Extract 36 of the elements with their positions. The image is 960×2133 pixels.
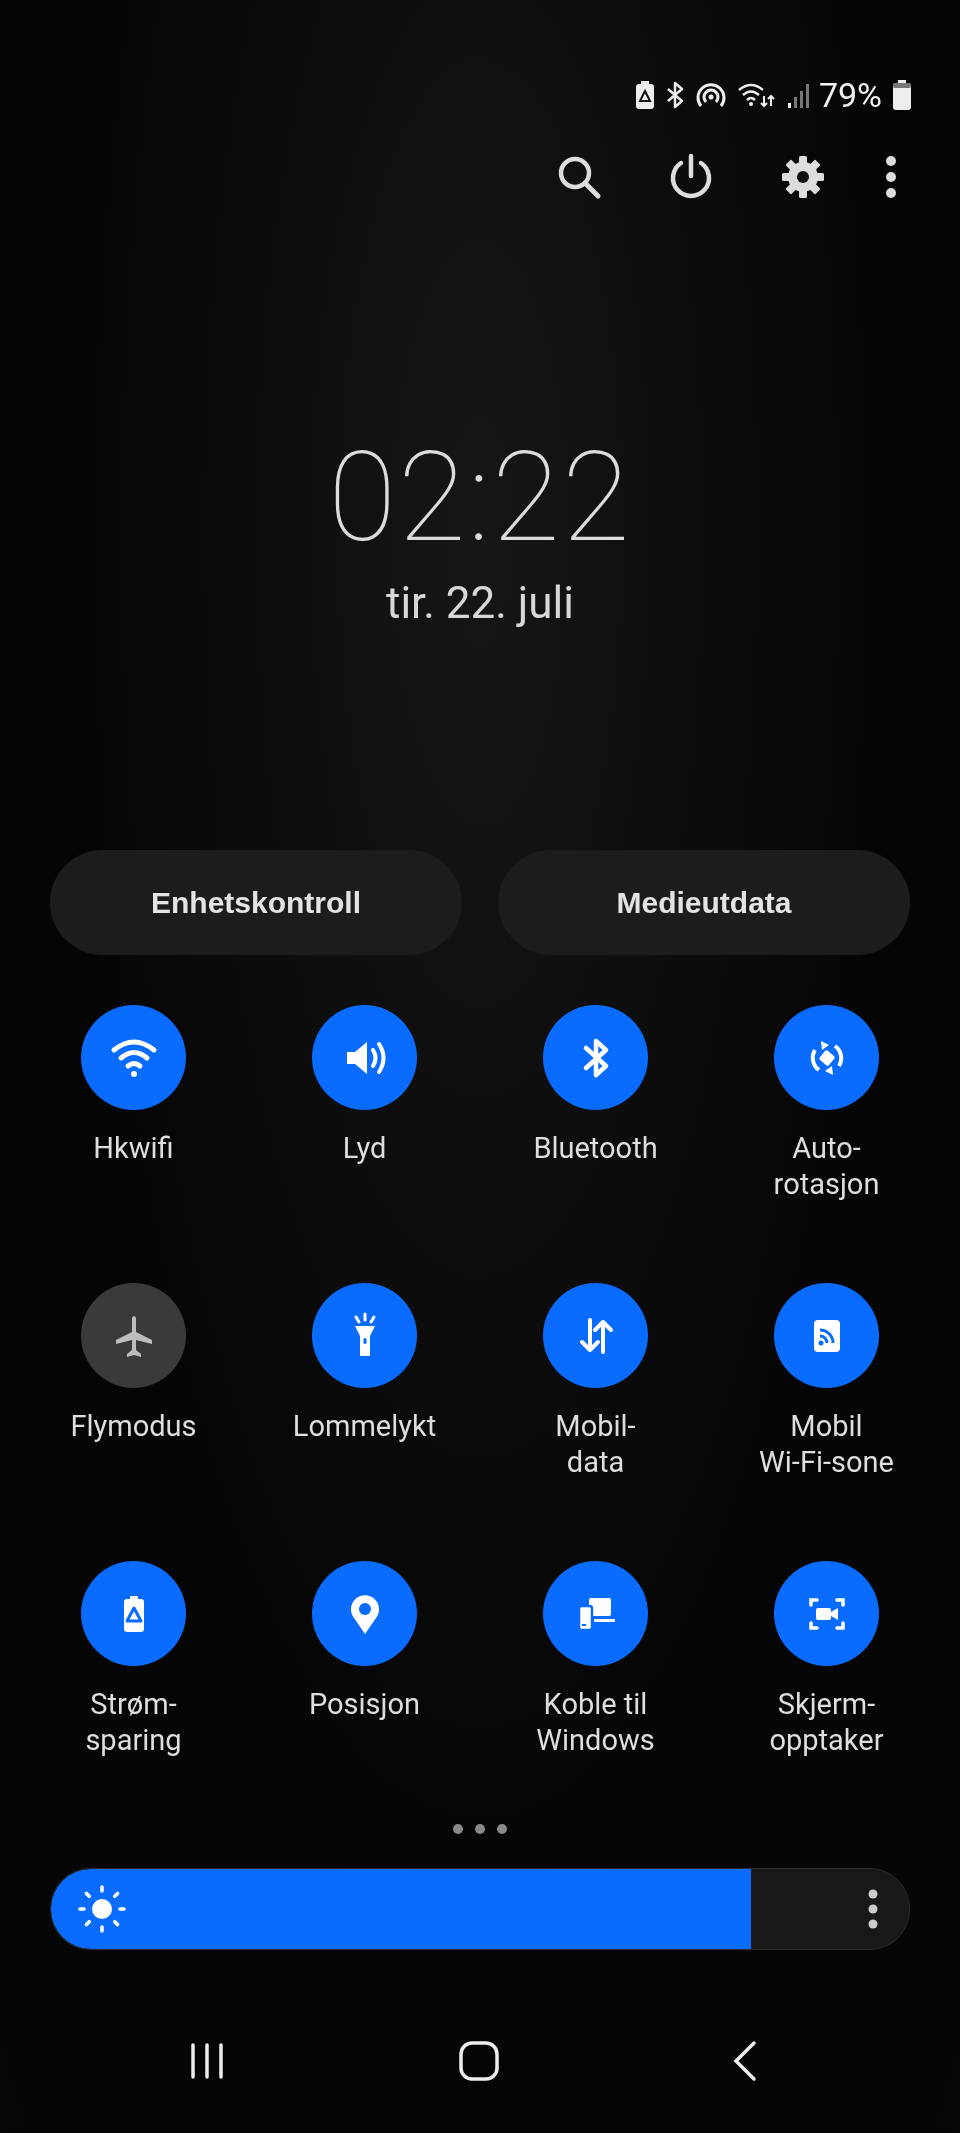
toggle-label: Hkwifi [93,1130,174,1167]
toggle-label: Auto- rotasjon [773,1130,880,1203]
toggle-label: Bluetooth [533,1130,658,1167]
bluetooth-icon [583,1038,608,1077]
transfer-arrows-icon [579,1317,613,1354]
toggle-label: Strøm- sparing [85,1686,182,1759]
battery-icon [892,79,912,111]
more-options-button[interactable] [884,154,898,200]
rotate-icon [810,1040,843,1075]
sun-icon [77,1884,127,1934]
clock-date: tir. 22. juli [386,576,574,630]
screen-recorder-icon [808,1597,845,1630]
battery-saver-icon [634,80,655,110]
wifi-icon [111,1039,156,1077]
panel-button[interactable]: Enhetskontroll [50,850,462,955]
flashlight-icon [354,1312,375,1356]
battery-percentage: 79% [818,75,882,115]
clock-time: 02:22 [328,436,632,560]
devices-icon [577,1597,615,1631]
toggle-label: Koble til Windows [536,1686,655,1759]
panel-button[interactable]: Medieutdata [498,850,910,955]
toggle-label: Lommelykt [292,1408,437,1445]
home-icon[interactable] [457,2040,500,2082]
toggle-label: Mobil- data [555,1408,636,1481]
airplane-icon [115,1315,152,1357]
toggle-label: Posisjon [308,1686,421,1723]
speaker-icon [346,1041,385,1074]
toggle-label: Skjerm- opptaker [769,1686,884,1759]
more-options-icon[interactable] [867,1889,879,1929]
location-pin-icon [350,1594,379,1634]
hotspot-icon [813,1319,840,1352]
toggle-label: Lyd [342,1130,387,1167]
battery-icon [123,1595,144,1632]
page-indicator[interactable] [450,1822,510,1836]
toggle-label: Flymodus [70,1408,197,1445]
toggle-label: Mobil Wi-Fi-sone [759,1408,894,1481]
